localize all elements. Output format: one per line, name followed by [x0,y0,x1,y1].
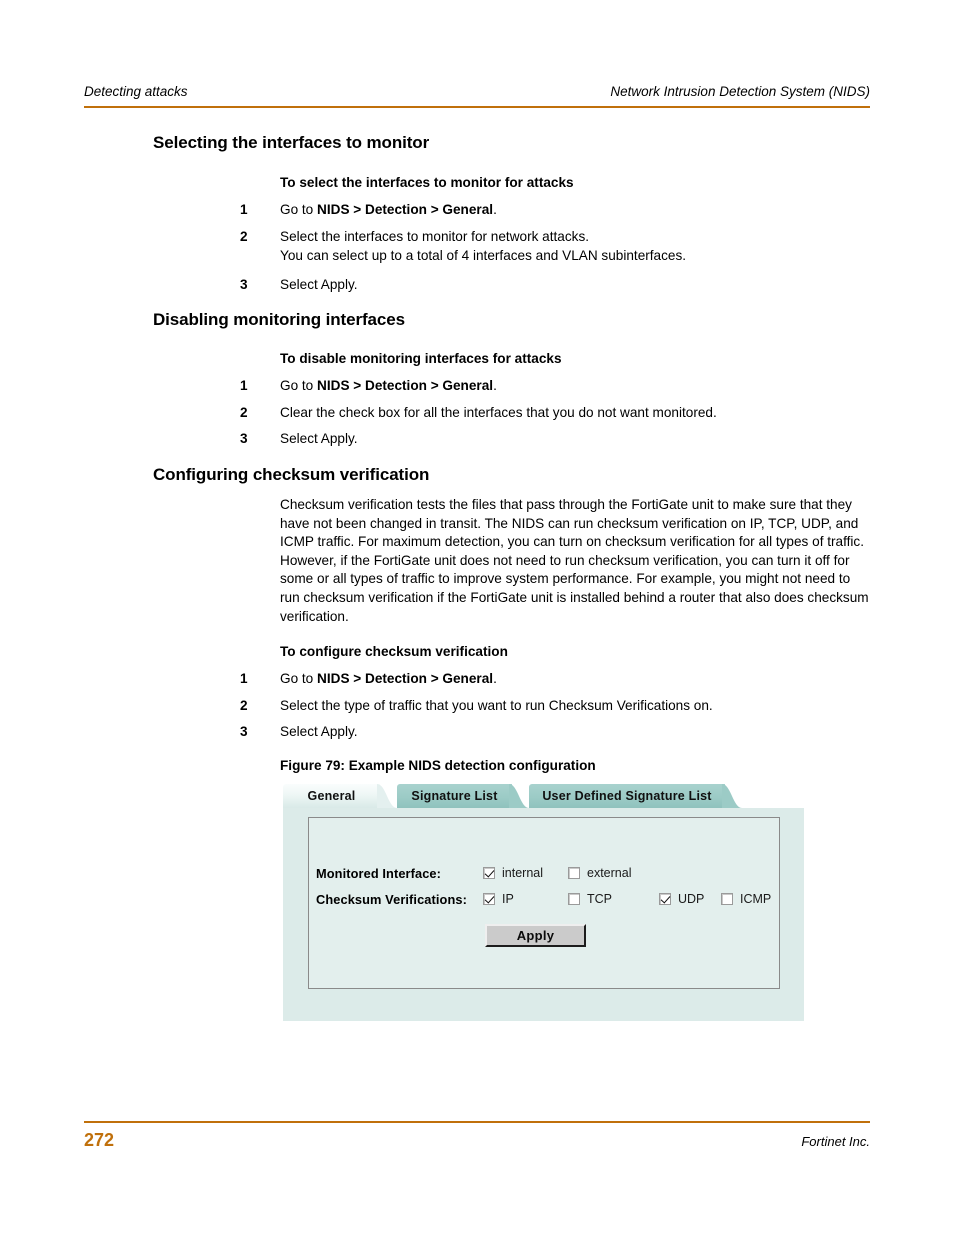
checkbox-udp-group[interactable]: UDP [659,892,704,906]
step-item: 2 Select the interfaces to monitor for n… [240,228,900,246]
checkbox-ip[interactable] [483,893,495,905]
step-number: 3 [240,277,248,292]
apply-button-container: Apply [485,924,586,947]
step-number: 2 [240,229,248,244]
running-head: Detecting attacks Network Intrusion Dete… [84,84,870,99]
page-footer: 272 Fortinet Inc. [84,1130,870,1151]
settings-form: Monitored Interface: internal external C… [316,860,776,912]
step-text: Clear the check box for all the interfac… [280,405,717,420]
step-number: 2 [240,698,248,713]
label-monitored-interface: Monitored Interface: [316,865,442,881]
step-item: 1 Go to NIDS > Detection > General. [240,201,900,219]
step-number: 1 [240,202,248,217]
checkbox-internal-group[interactable]: internal [483,866,543,880]
step-number: 1 [240,378,248,393]
step-item: 1 Go to NIDS > Detection > General. [240,377,900,395]
tab-user-defined-signature-list[interactable]: User Defined Signature List [529,784,742,808]
step-text: Select Apply. [280,431,358,446]
document-page: Detecting attacks Network Intrusion Dete… [0,0,954,1235]
step-number: 3 [240,431,248,446]
checkbox-udp[interactable] [659,893,671,905]
step-text: Go to NIDS > Detection > General. [280,202,497,217]
step-number: 2 [240,405,248,420]
publisher-name: Fortinet Inc. [801,1134,870,1149]
subheading-disable-monitoring: To disable monitoring interfaces for att… [280,351,562,366]
tab-user-defined-label: User Defined Signature List [542,789,712,803]
checkbox-internal[interactable] [483,867,495,879]
figure-caption: Figure 79: Example NIDS detection config… [280,758,596,773]
checkbox-icmp[interactable] [721,893,733,905]
step-text: Select the interfaces to monitor for net… [280,229,590,244]
checkbox-external-label: external [587,866,632,880]
row-checksum-verifications: Checksum Verifications: IP TCP UDP ICMP [316,886,776,912]
tab-strip: General Signature List User Defined Sign… [283,784,804,808]
checkbox-tcp[interactable] [568,893,580,905]
tab-signature-list[interactable]: Signature List [397,784,529,808]
checkbox-internal-label: internal [502,866,543,880]
step-item: 3 Select Apply. [240,723,900,741]
step-number: 1 [240,671,248,686]
tab-signature-list-shoulder-icon [509,784,529,808]
checkbox-icmp-label: ICMP [740,892,772,906]
step-text: Go to NIDS > Detection > General. [280,671,497,686]
step-item: 3 Select Apply. [240,276,900,294]
checkbox-ip-group[interactable]: IP [483,892,514,906]
step-item: 2 Clear the check box for all the interf… [240,404,900,422]
checkbox-udp-label: UDP [678,892,705,906]
checkbox-icmp-group[interactable]: ICMP [721,892,771,906]
tab-general[interactable]: General [283,784,397,808]
step-number: 3 [240,724,248,739]
subheading-configure-checksum: To configure checksum verification [280,644,508,659]
section-heading-selecting-interfaces: Selecting the interfaces to monitor [153,133,430,152]
step-text: Select Apply. [280,277,358,292]
checkbox-tcp-label: TCP [587,892,612,906]
tab-general-shoulder-icon [377,784,397,808]
row-monitored-interface: Monitored Interface: internal external [316,860,776,886]
body-paragraph: Checksum verification tests the files th… [280,497,869,624]
step-text: Select the type of traffic that you want… [280,698,713,713]
checkbox-external-group[interactable]: external [568,866,631,880]
step-item: 3 Select Apply. [240,430,900,448]
step-item: 1 Go to NIDS > Detection > General. [240,670,900,688]
footer-rule [84,1121,870,1123]
tab-signature-list-label: Signature List [411,789,498,803]
step-text: Go to NIDS > Detection > General. [280,378,497,393]
settings-panel: Monitored Interface: internal external C… [283,808,804,1021]
subheading-select-interfaces: To select the interfaces to monitor for … [280,175,574,190]
header-rule [84,106,870,108]
figure-nids-detection-ui: General Signature List User Defined Sign… [283,784,804,1021]
step-text: Select Apply. [280,724,358,739]
tab-user-defined-shoulder-icon [722,784,742,808]
checkbox-external[interactable] [568,867,580,879]
checkbox-ip-label: IP [502,892,514,906]
tab-general-label: General [307,789,356,803]
section-heading-configuring-checksum: Configuring checksum verification [153,465,430,484]
running-head-left: Detecting attacks [84,84,188,99]
running-head-right: Network Intrusion Detection System (NIDS… [610,84,870,99]
page-number: 272 [84,1130,115,1150]
step-item: 2 Select the type of traffic that you wa… [240,697,900,715]
step-continuation: You can select up to a total of 4 interf… [240,247,900,265]
settings-inner-box: Monitored Interface: internal external C… [308,817,780,989]
label-checksum-verifications: Checksum Verifications: [316,891,467,907]
step-text: You can select up to a total of 4 interf… [280,248,687,263]
apply-button[interactable]: Apply [485,924,586,947]
checkbox-tcp-group[interactable]: TCP [568,892,612,906]
section-heading-disabling-monitoring: Disabling monitoring interfaces [153,310,405,329]
